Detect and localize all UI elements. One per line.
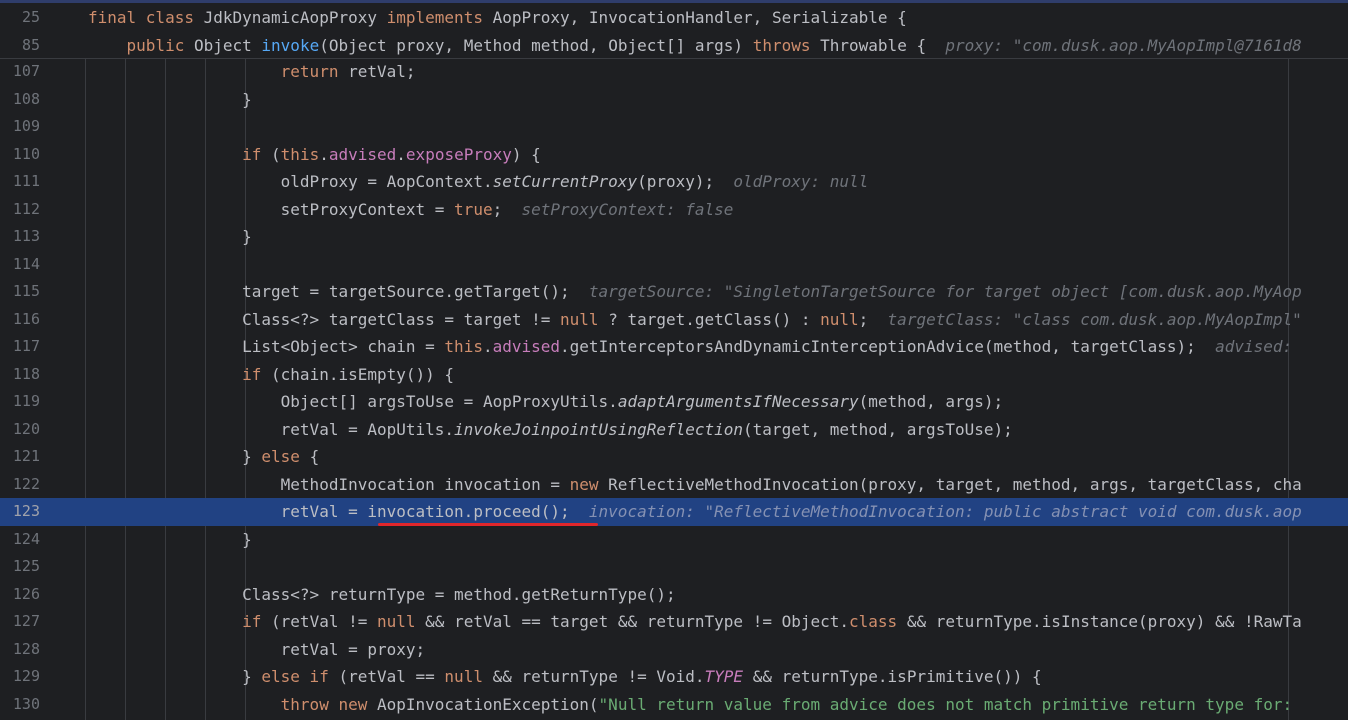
code-line-current-execution[interactable]: 123 retVal = invocation.proceed(); invoc…: [0, 498, 1348, 526]
code-line[interactable]: 116 Class<?> targetClass = target != nul…: [0, 306, 1348, 334]
code-text: if (chain.isEmpty()) {: [242, 364, 455, 384]
line-number: 120: [12, 419, 40, 438]
code-text: target = targetSource.getTarget(); targe…: [88, 282, 1302, 301]
line-number: 124: [12, 529, 40, 548]
code-line[interactable]: 120 retVal = AopUtils.invokeJoinpointUsi…: [0, 416, 1348, 444]
code-text: throw new AopInvocationException("Null r…: [280, 694, 1302, 714]
line-number: 129: [12, 667, 40, 685]
line-number: 130: [12, 694, 40, 713]
line-number: 85: [21, 36, 40, 54]
code-text: final class JdkDynamicAopProxy implement…: [88, 8, 907, 27]
line-number: 123: [12, 502, 40, 520]
code-line[interactable]: 121 } else {: [0, 443, 1348, 471]
code-text: }: [88, 529, 252, 549]
code-line[interactable]: 128 retVal = proxy;: [0, 636, 1348, 664]
code-line[interactable]: 107 return retVal;: [0, 58, 1348, 86]
code-editor[interactable]: 25 final class JdkDynamicAopProxy implem…: [0, 0, 1348, 720]
code-text: Object[] argsToUse = AopProxyUtils.adapt…: [88, 392, 1004, 411]
code-text: setProxyContext = true; setProxyContext:…: [88, 199, 734, 219]
code-text: if (this.advised.exposeProxy) {: [242, 144, 541, 164]
code-line[interactable]: 126 Class<?> returnType = method.getRetu…: [0, 581, 1348, 609]
sticky-lines-separator: [0, 58, 1348, 59]
line-number: 110: [12, 144, 40, 163]
line-number: 126: [12, 584, 40, 603]
code-line[interactable]: 118 if (chain.isEmpty()) {: [0, 361, 1348, 389]
line-number: 107: [12, 62, 40, 80]
code-line[interactable]: 119 Object[] argsToUse = AopProxyUtils.a…: [0, 388, 1348, 416]
line-number: 111: [12, 172, 40, 190]
code-line[interactable]: 130 throw new AopInvocationException("Nu…: [0, 691, 1348, 719]
code-text: }: [88, 89, 252, 109]
inline-debug-hint: targetSource: "SingletonTargetSource for…: [588, 282, 1302, 301]
code-text: }: [88, 227, 252, 246]
code-text: oldProxy = AopContext.setCurrentProxy(pr…: [88, 172, 869, 191]
line-number: 109: [12, 117, 40, 135]
code-line[interactable]: 108 }: [0, 86, 1348, 114]
code-text: retVal = proxy;: [88, 639, 426, 659]
code-text: retVal = AopUtils.invokeJoinpointUsingRe…: [88, 419, 1013, 439]
code-text: public Object invoke(Object proxy, Metho…: [126, 36, 1302, 55]
code-text: } else {: [88, 447, 320, 466]
line-number: 113: [12, 227, 40, 245]
code-line[interactable]: 124 }: [0, 526, 1348, 554]
code-line[interactable]: 129 } else if (retVal == null && returnT…: [0, 663, 1348, 691]
code-line[interactable]: 110 if (this.advised.exposeProxy) {: [0, 141, 1348, 169]
line-number: 112: [12, 199, 40, 218]
line-number: 128: [12, 639, 40, 658]
line-number: 117: [12, 337, 40, 355]
code-text: } else if (retVal == null && returnType …: [88, 667, 1042, 686]
code-line[interactable]: 127 if (retVal != null && retVal == targ…: [0, 608, 1348, 636]
code-line[interactable]: 111 oldProxy = AopContext.setCurrentProx…: [0, 168, 1348, 196]
code-line[interactable]: 125: [0, 553, 1348, 581]
inline-debug-hint: proxy: "com.dusk.aop.MyAopImpl@7161d8: [945, 36, 1302, 55]
code-line[interactable]: 113 }: [0, 223, 1348, 251]
editor-top-border: [0, 0, 1348, 3]
sticky-line-method-header[interactable]: 85 public Object invoke(Object proxy, Me…: [0, 32, 1348, 59]
inline-debug-hint: setProxyContext: false: [521, 199, 734, 219]
code-text: return retVal;: [280, 62, 416, 81]
line-number: 122: [12, 474, 40, 493]
line-number: 116: [12, 309, 40, 328]
line-number: 119: [12, 392, 40, 410]
line-number: 127: [12, 612, 40, 630]
line-number: 118: [12, 364, 40, 383]
line-number: 115: [12, 282, 40, 300]
code-text: if (retVal != null && retVal == target &…: [242, 612, 1302, 631]
red-underline-annotation: [378, 523, 598, 526]
inline-debug-hint: advised:: [1215, 337, 1302, 356]
line-number: 121: [12, 447, 40, 465]
code-line[interactable]: 117 List<Object> chain = this.advised.ge…: [0, 333, 1348, 361]
code-line[interactable]: 115 target = targetSource.getTarget(); t…: [0, 278, 1348, 306]
sticky-line-class-header[interactable]: 25 final class JdkDynamicAopProxy implem…: [0, 4, 1348, 31]
code-line[interactable]: 122 MethodInvocation invocation = new Re…: [0, 471, 1348, 499]
line-number: 25: [21, 8, 40, 26]
code-text: List<Object> chain = this.advised.getInt…: [88, 337, 1302, 356]
inline-debug-hint: invocation: "ReflectiveMethodInvocation:…: [588, 502, 1302, 521]
code-text: MethodInvocation invocation = new Reflec…: [88, 474, 1302, 494]
code-line[interactable]: 114: [0, 251, 1348, 279]
code-line[interactable]: 112 setProxyContext = true; setProxyCont…: [0, 196, 1348, 224]
inline-debug-hint: oldProxy: null: [733, 172, 869, 191]
code-text: retVal = invocation.proceed(); invocatio…: [88, 502, 1302, 521]
inline-debug-hint: targetClass: "class com.dusk.aop.MyAopIm…: [887, 309, 1302, 329]
code-text: Class<?> returnType = method.getReturnTy…: [88, 584, 676, 604]
code-line[interactable]: 109: [0, 113, 1348, 141]
line-number: 114: [12, 254, 40, 273]
line-number: 108: [12, 89, 40, 108]
code-text: Class<?> targetClass = target != null ? …: [88, 309, 1302, 329]
line-number: 125: [12, 557, 40, 575]
